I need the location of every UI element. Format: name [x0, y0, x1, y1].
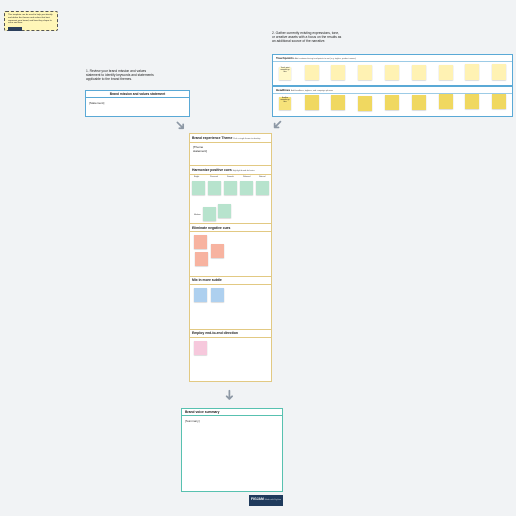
positive-sticky[interactable]: [256, 181, 269, 195]
section-divider: [190, 231, 271, 232]
headlines-label-sticky[interactable]: Headline examples go here: [279, 97, 291, 110]
section-divider: [190, 329, 271, 330]
template-instructions-text: This template can be used to help you id…: [8, 14, 53, 25]
negative-cues-title: Eliminate negative cues: [192, 226, 231, 230]
positive-sticky[interactable]: [240, 181, 253, 195]
headline-sticky[interactable]: [331, 95, 345, 110]
headlines-subtitle: Add headlines, taglines, and campaign ph…: [291, 90, 334, 92]
headline-sticky[interactable]: [412, 95, 426, 110]
positive-label: Smooth: [227, 176, 234, 178]
mission-card[interactable]: Brand mission and values statement [Stat…: [85, 90, 190, 117]
touchpoints-subtitle: Add customer-facing touchpoints to sort …: [294, 58, 356, 60]
section-divider: [190, 165, 271, 166]
section-divider: [190, 142, 271, 143]
brand-theme-title: Brand experience Theme Pick a single the…: [192, 136, 261, 140]
direction-sticky[interactable]: [194, 341, 207, 355]
touchpoint-sticky[interactable]: [331, 65, 345, 80]
touchpoint-sticky[interactable]: [385, 65, 399, 80]
headline-sticky[interactable]: [439, 94, 453, 109]
step2-instruction: 2. Gather currently existing expressions…: [272, 31, 342, 44]
positive-label: Personal: [210, 176, 218, 178]
touchpoint-sticky[interactable]: [305, 65, 319, 80]
arrow-down-right-icon: ➜: [171, 115, 191, 135]
template-instructions-note: This template can be used to help you id…: [4, 11, 58, 32]
section-divider: [190, 223, 271, 224]
arrow-down-left-icon: ➜: [268, 115, 288, 135]
positive-sticky[interactable]: [192, 181, 205, 195]
section-divider: [190, 284, 271, 285]
section-divider: [190, 337, 271, 338]
arrow-down-icon: ➜: [221, 389, 238, 401]
touchpoints-title: Touchpoints Add customer-facing touchpoi…: [273, 55, 512, 62]
headline-sticky[interactable]: [492, 94, 506, 109]
touchpoint-sticky[interactable]: [439, 65, 453, 80]
mix-subtle-title: Mix in more subtle: [192, 278, 222, 282]
headline-sticky[interactable]: [385, 95, 399, 110]
brand-voice-summary-card[interactable]: Brand voice summary [Summary]: [181, 408, 283, 492]
section-divider: [190, 276, 271, 277]
positive-label: Relaxed: [243, 176, 251, 178]
brand-theme-board[interactable]: Brand experience Theme Pick a single the…: [189, 133, 272, 382]
touchpoint-sticky[interactable]: [465, 64, 479, 80]
section-divider: [190, 174, 271, 175]
summary-title: Brand voice summary: [182, 409, 282, 416]
negative-sticky[interactable]: [195, 252, 208, 266]
positive-cues-subtitle: Highlight brand-led voice: [232, 170, 255, 172]
mission-card-body[interactable]: [Statement]: [86, 98, 189, 108]
positive-sticky[interactable]: [203, 207, 216, 221]
positive-extra-label: Modern: [194, 214, 201, 216]
brand-theme-body[interactable]: [Theme statement]: [193, 145, 211, 153]
positive-cues-title: Harmonize positive cues Highlight brand-…: [192, 168, 255, 172]
touchpoint-sticky[interactable]: [492, 64, 506, 80]
positive-label: Bright: [194, 176, 200, 178]
touchpoints-label-sticky[interactable]: Touch- point examples go here: [279, 67, 291, 80]
negative-sticky[interactable]: [211, 244, 224, 258]
figjam-logo[interactable]: FIGJAM Made with FigJam: [249, 495, 283, 506]
touchpoint-sticky[interactable]: [412, 65, 426, 80]
headline-sticky[interactable]: [305, 95, 319, 110]
employ-direction-title: Employ end-to-end direction: [192, 331, 238, 335]
mission-card-title: Brand mission and values statement: [86, 91, 189, 98]
headlines-title: Headlines Add headlines, taglines, and c…: [273, 87, 512, 94]
headline-sticky[interactable]: [465, 94, 479, 109]
brand-theme-subtitle: Pick a single theme to develop: [233, 138, 261, 140]
negative-sticky[interactable]: [194, 235, 207, 249]
positive-label: Natural: [259, 176, 266, 178]
headline-sticky[interactable]: [358, 96, 372, 111]
step1-instruction: 1. Review your brand mission and values …: [86, 69, 154, 82]
headlines-strip[interactable]: Headlines Add headlines, taglines, and c…: [272, 86, 513, 117]
start-button[interactable]: [8, 27, 22, 32]
touchpoint-sticky[interactable]: [358, 65, 372, 80]
logo-tagline: Made with FigJam: [264, 499, 281, 501]
positive-sticky[interactable]: [224, 181, 237, 195]
touchpoints-strip[interactable]: Touchpoints Add customer-facing touchpoi…: [272, 54, 513, 86]
logo-name: FIGJAM: [251, 497, 264, 501]
subtle-sticky[interactable]: [194, 288, 207, 302]
positive-sticky[interactable]: [208, 181, 221, 195]
summary-body[interactable]: [Summary]: [182, 416, 282, 426]
positive-sticky[interactable]: [218, 204, 231, 218]
subtle-sticky[interactable]: [211, 288, 224, 302]
